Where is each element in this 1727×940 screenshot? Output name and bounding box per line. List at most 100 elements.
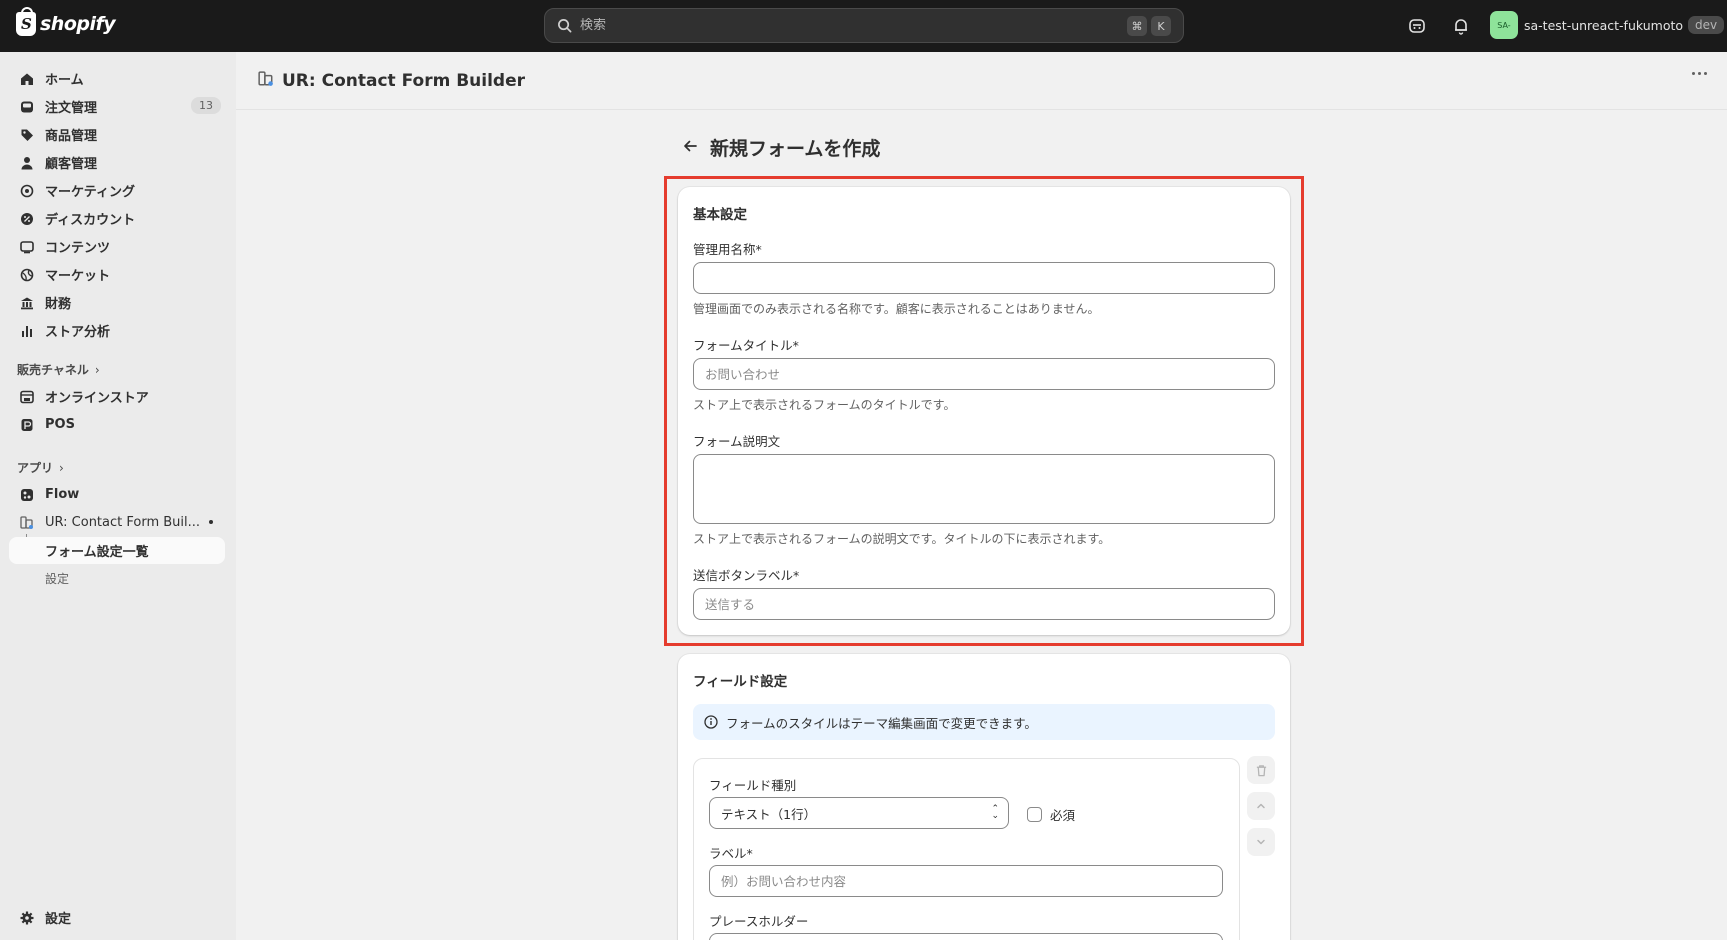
trash-icon: [1256, 764, 1266, 776]
person-icon: [19, 155, 35, 171]
orders-count-badge: 13: [191, 97, 221, 114]
page-heading: 新規フォームを作成: [682, 134, 880, 161]
sidebar-sub-settings[interactable]: 設定: [9, 565, 225, 592]
move-down-button[interactable]: [1247, 828, 1275, 856]
globe-icon: [19, 267, 35, 283]
search-bar[interactable]: ⌘ K: [544, 8, 1184, 43]
sidebar-sub-form-list[interactable]: フォーム設定一覧: [9, 537, 225, 564]
chevron-up-icon: [1257, 803, 1265, 809]
store-name: sa-test-unreact-fukumoto: [1524, 17, 1684, 33]
sidebar-item-label: POS: [45, 417, 75, 432]
brand-name: shopify: [40, 13, 116, 35]
sidekick-icon[interactable]: [1406, 15, 1428, 37]
chevron-down-icon: [1257, 839, 1265, 845]
app-icon: [258, 70, 274, 91]
flow-icon: [19, 487, 35, 503]
sidebar-item-label: コンテンツ: [45, 241, 111, 256]
chevron-right-icon: ›: [59, 460, 64, 475]
sidebar-item-discounts[interactable]: ディスカウント: [9, 205, 225, 232]
sidebar-item-home[interactable]: ホーム: [9, 65, 225, 92]
sidebar-item-flow[interactable]: Flow: [9, 481, 225, 508]
sidebar-item-customers[interactable]: 顧客管理: [9, 149, 225, 176]
move-up-button[interactable]: [1247, 792, 1275, 820]
field-label-label: ラベル*: [709, 846, 753, 861]
sidebar-item-products[interactable]: 商品管理: [9, 121, 225, 148]
highlight-frame: [664, 176, 1304, 646]
bank-icon: [19, 295, 35, 311]
card-title: フィールド設定: [693, 674, 788, 690]
pin-dot-icon: [209, 520, 213, 524]
field-item-card: フィールド種別 テキスト（1行） ⌃⌄ 必須 ラベル* プレースホルダー: [693, 758, 1240, 940]
bell-icon[interactable]: [1450, 15, 1472, 37]
sidebar: ホーム 注文管理 13 商品管理 顧客管理 マーケティング ディスカウント コン…: [0, 52, 236, 940]
search-input[interactable]: [580, 18, 1100, 33]
sidebar-sub-label: フォーム設定一覧: [45, 545, 149, 560]
section-title: アプリ: [17, 461, 54, 475]
delete-field-button[interactable]: [1247, 756, 1275, 784]
page-title: 新規フォームを作成: [710, 138, 881, 160]
dev-badge: dev: [1688, 16, 1725, 34]
sidebar-item-markets[interactable]: マーケット: [9, 261, 225, 288]
pos-icon: [19, 417, 35, 433]
banner-text: フォームのスタイルはテーマ編集画面で変更できます。: [726, 715, 1037, 731]
shopify-bag-icon: S: [16, 7, 36, 36]
info-icon: [704, 715, 718, 729]
sidebar-item-label: 財務: [45, 297, 72, 312]
placeholder-input[interactable]: [709, 933, 1223, 940]
sidebar-item-label: Flow: [45, 487, 80, 502]
sidebar-item-pos[interactable]: POS: [9, 411, 225, 438]
tag-icon: [19, 127, 35, 143]
sidebar-item-marketing[interactable]: マーケティング: [9, 177, 225, 204]
more-actions-icon[interactable]: [1692, 72, 1707, 75]
sidebar-item-analytics[interactable]: ストア分析: [9, 317, 225, 344]
sidebar-item-label: 商品管理: [45, 129, 98, 144]
home-icon: [19, 71, 35, 87]
store-menu[interactable]: SA- sa-test-unreact-fukumoto dev: [1490, 11, 1725, 39]
sidebar-item-settings[interactable]: 設定: [9, 904, 225, 931]
sidebar-sub-label: 設定: [45, 572, 70, 586]
placeholder-label: プレースホルダー: [709, 914, 809, 929]
sidebar-item-label: 設定: [45, 912, 72, 927]
sidebar-item-label: 顧客管理: [45, 157, 98, 172]
field-type-label: フィールド種別: [709, 778, 797, 793]
shopify-logo[interactable]: S shopify: [16, 7, 116, 36]
sidebar-item-online-store[interactable]: オンラインストア: [9, 383, 225, 410]
inbox-icon: [19, 99, 35, 115]
sidebar-item-label: ストア分析: [45, 325, 111, 340]
app-title: UR: Contact Form Builder: [282, 70, 526, 91]
cmd-key: ⌘: [1127, 16, 1147, 36]
select-value: テキスト（1行）: [721, 806, 817, 822]
store-icon: [19, 389, 35, 405]
field-settings-card: フィールド設定 フォームのスタイルはテーマ編集画面で変更できます。 フィールド種…: [678, 654, 1290, 940]
select-arrows-icon: ⌃ ⌄: [991, 804, 999, 821]
app-icon: [19, 515, 35, 531]
discount-icon: [19, 211, 35, 227]
target-icon: [19, 183, 35, 199]
checkbox-box[interactable]: [1027, 807, 1042, 822]
required-checkbox[interactable]: 必須: [1027, 805, 1075, 824]
chevron-right-icon: ›: [94, 362, 100, 377]
sidebar-item-label: マーケット: [45, 269, 111, 284]
apps-section[interactable]: アプリ ›: [17, 459, 64, 476]
field-label-input[interactable]: [709, 865, 1223, 897]
sales-channels-section[interactable]: 販売チャネル ›: [17, 361, 100, 378]
sidebar-item-contact-form-app[interactable]: UR: Contact Form Buil...: [9, 509, 225, 536]
info-banner: フォームのスタイルはテーマ編集画面で変更できます。: [693, 704, 1275, 740]
sidebar-item-finance[interactable]: 財務: [9, 289, 225, 316]
store-avatar: SA-: [1490, 11, 1518, 39]
content-icon: [19, 239, 35, 255]
back-arrow-icon[interactable]: [682, 138, 698, 158]
chart-icon: [19, 323, 35, 339]
section-title: 販売チャネル: [17, 363, 89, 377]
app-header: UR: Contact Form Builder: [236, 52, 1727, 110]
checkbox-label: 必須: [1050, 808, 1076, 823]
sidebar-item-label: UR: Contact Form Buil...: [45, 515, 201, 530]
sidebar-item-label: ディスカウント: [45, 213, 136, 228]
sidebar-item-orders[interactable]: 注文管理 13: [9, 93, 225, 120]
k-key: K: [1151, 16, 1171, 36]
search-icon: [558, 19, 572, 33]
field-type-select[interactable]: テキスト（1行） ⌃ ⌄: [709, 797, 1009, 829]
sidebar-item-content[interactable]: コンテンツ: [9, 233, 225, 260]
sidebar-item-label: 注文管理: [45, 101, 98, 116]
sidebar-item-label: オンラインストア: [45, 391, 149, 406]
